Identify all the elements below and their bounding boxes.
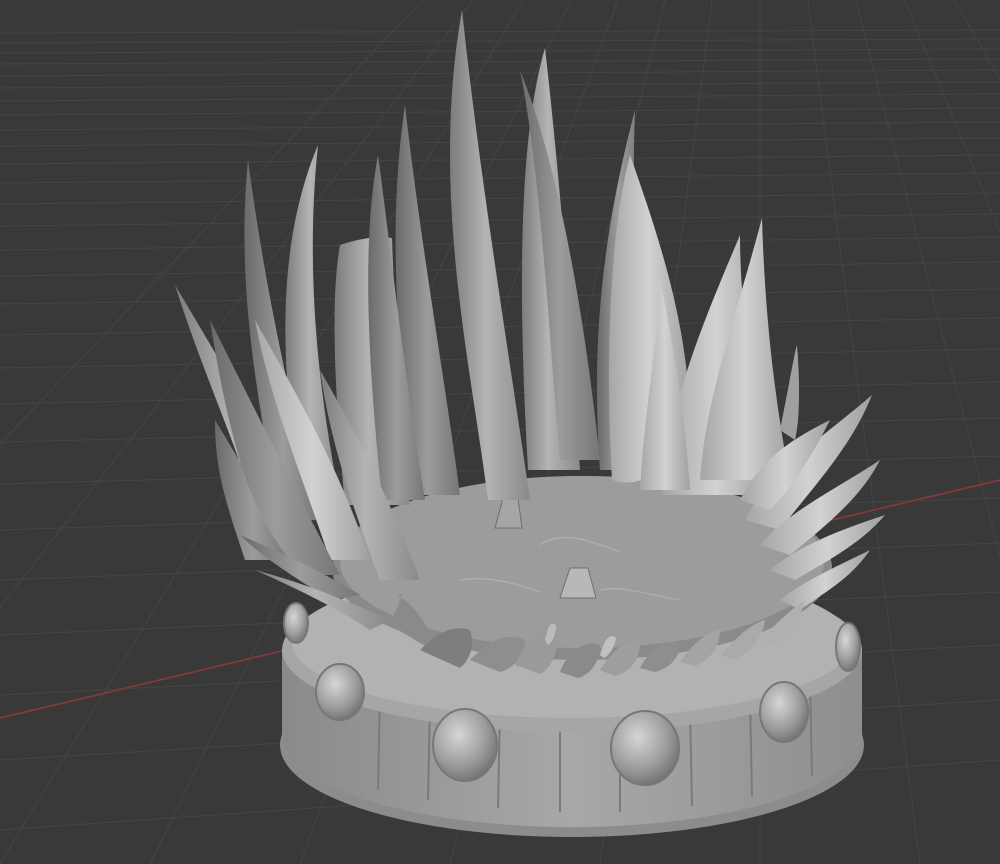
stud	[610, 710, 680, 786]
stud	[759, 681, 809, 743]
stud	[315, 663, 365, 721]
stud	[432, 708, 498, 782]
stud	[283, 602, 309, 644]
3d-viewport[interactable]	[0, 0, 1000, 864]
stud	[835, 622, 861, 672]
viewport-canvas[interactable]	[0, 0, 1000, 864]
